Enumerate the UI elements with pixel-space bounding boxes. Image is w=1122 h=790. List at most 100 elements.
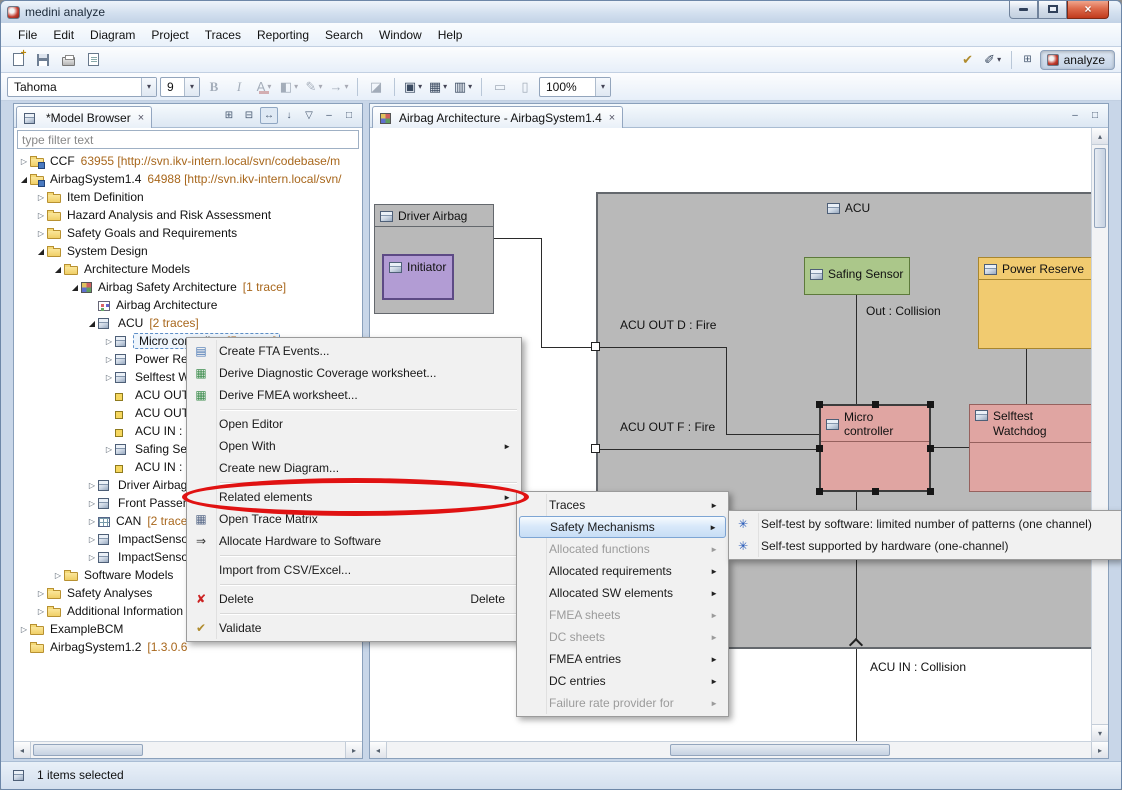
close-button[interactable]: × <box>1067 1 1109 19</box>
selection-handle[interactable] <box>872 401 879 408</box>
tree-item-acu[interactable]: ◢ACU[2 traces] <box>14 314 362 332</box>
menu-diagram[interactable]: Diagram <box>83 25 142 45</box>
layout-button[interactable]: ▥▾ <box>452 76 474 98</box>
grid-button[interactable]: ▦▾ <box>427 76 449 98</box>
view-menu-button[interactable]: ▽ <box>300 107 318 124</box>
context-menu-item-validate[interactable]: Validate <box>189 617 519 639</box>
label-out-collision[interactable]: Out : Collision <box>866 304 941 318</box>
context-menu-item-create-new-diagram[interactable]: Create new Diagram... <box>189 457 519 479</box>
tree-expand-arrow[interactable]: ▷ <box>18 625 30 634</box>
copy-appearance-button[interactable]: ◪ <box>365 76 387 98</box>
new-button[interactable] <box>7 49 29 71</box>
scrollbar-thumb[interactable] <box>33 744 143 756</box>
menu-search[interactable]: Search <box>318 25 370 45</box>
tree-item-ccf[interactable]: ▷CCF63955 [http://svn.ikv-intern.local/s… <box>14 152 362 170</box>
save-button[interactable] <box>32 49 54 71</box>
tree-expand-arrow[interactable]: ▷ <box>86 553 98 562</box>
validate-toolbar-button[interactable]: ✔ <box>957 49 979 71</box>
select-mode-button[interactable]: ▣▾ <box>402 76 424 98</box>
tree-expand-arrow[interactable]: ▷ <box>86 535 98 544</box>
italic-button[interactable]: I <box>228 76 250 98</box>
port-acu-out-f[interactable] <box>591 444 600 453</box>
submenu-item-dc-entries[interactable]: DC entries► <box>519 670 726 692</box>
block-initiator[interactable]: Initiator <box>382 254 454 300</box>
diagram-vscrollbar[interactable]: ▴ ▾ <box>1091 128 1108 741</box>
tree-item-architecture-models[interactable]: ◢Architecture Models <box>14 260 362 278</box>
menu-edit[interactable]: Edit <box>46 25 81 45</box>
selection-handle[interactable] <box>816 488 823 495</box>
menu-traces[interactable]: Traces <box>198 25 248 45</box>
tree-item-airbag-architecture[interactable]: Airbag Architecture <box>14 296 362 314</box>
selection-handle[interactable] <box>927 445 934 452</box>
print-button[interactable] <box>57 49 79 71</box>
tree-expand-arrow[interactable]: ▷ <box>35 229 47 238</box>
scroll-left-icon[interactable]: ◂ <box>370 742 387 758</box>
combo-arrow-icon[interactable]: ▾ <box>184 78 199 96</box>
tree-collapse-arrow[interactable]: ◢ <box>69 283 81 292</box>
port-acu-out-d[interactable] <box>591 342 600 351</box>
fill-color-button[interactable]: ◧▾ <box>278 76 300 98</box>
tree-item-item-definition[interactable]: ▷Item Definition <box>14 188 362 206</box>
selection-handle[interactable] <box>872 488 879 495</box>
tree-collapse-arrow[interactable]: ◢ <box>18 175 30 184</box>
tree-expand-arrow[interactable]: ▷ <box>103 355 115 364</box>
diagram-hscrollbar[interactable]: ◂ ▸ <box>370 741 1108 758</box>
tree-item-hazard-analysis-and-risk-assessment[interactable]: ▷Hazard Analysis and Risk Assessment <box>14 206 362 224</box>
selection-handle[interactable] <box>816 445 823 452</box>
context-menu-item-allocate-hardware-to-software[interactable]: Allocate Hardware to Software <box>189 530 519 552</box>
label-acu-in[interactable]: ACU IN : Collision <box>870 660 966 674</box>
context-menu-item-derive-fmea-worksheet[interactable]: Derive FMEA worksheet... <box>189 384 519 406</box>
titlebar[interactable]: medini analyze × <box>1 1 1121 23</box>
submenu-item-allocated-requirements[interactable]: Allocated requirements► <box>519 560 726 582</box>
tree-expand-arrow[interactable]: ▷ <box>103 445 115 454</box>
tree-expand-arrow[interactable]: ▷ <box>35 607 47 616</box>
tree-expand-arrow[interactable]: ▷ <box>86 517 98 526</box>
submenu-item-allocated-sw-elements[interactable]: Allocated SW elements► <box>519 582 726 604</box>
zoom-combo[interactable]: 100%▾ <box>539 77 611 97</box>
tree-expand-arrow[interactable]: ▷ <box>35 193 47 202</box>
context-menu-item-related-elements[interactable]: Related elements► <box>189 486 519 508</box>
maximize-panel-button[interactable]: □ <box>340 107 358 124</box>
minimize-panel-button[interactable]: – <box>320 107 338 124</box>
context-menu-item-import-from-csv-excel[interactable]: Import from CSV/Excel... <box>189 559 519 581</box>
tree-item-system-design[interactable]: ◢System Design <box>14 242 362 260</box>
font-combo[interactable]: Tahoma▾ <box>7 77 157 97</box>
menu-reporting[interactable]: Reporting <box>250 25 316 45</box>
line-color-button[interactable]: ✎▾ <box>303 76 325 98</box>
trace-wand-button[interactable]: ✐▾ <box>982 49 1004 71</box>
close-tab-icon[interactable]: × <box>609 112 615 124</box>
close-tab-icon[interactable]: × <box>138 112 144 124</box>
filter-input[interactable] <box>17 130 359 149</box>
open-perspective-button[interactable]: ⊞ <box>1019 51 1037 68</box>
mechanism-item-self-test-supported-by-hardware-one-channel[interactable]: Self-test supported by hardware (one-cha… <box>731 535 1119 557</box>
submenu-item-fmea-entries[interactable]: FMEA entries► <box>519 648 726 670</box>
expand-all-button[interactable]: ⊞ <box>220 107 238 124</box>
minimize-panel-button[interactable]: – <box>1066 107 1084 124</box>
submenu-item-safety-mechanisms[interactable]: Safety Mechanisms► <box>519 516 726 538</box>
perspective-analyze-button[interactable]: analyze <box>1040 50 1115 70</box>
submenu-item-traces[interactable]: Traces► <box>519 494 726 516</box>
arrow-style-button[interactable]: →▾ <box>328 76 350 98</box>
tab-model-browser[interactable]: *Model Browser × <box>16 106 152 128</box>
menu-project[interactable]: Project <box>144 25 195 45</box>
combo-arrow-icon[interactable]: ▾ <box>141 78 156 96</box>
selection-handle[interactable] <box>927 401 934 408</box>
block-selftest-watchdog[interactable]: Selftest Watchdog <box>969 404 1091 492</box>
link-with-editor-button[interactable]: ↔ <box>260 107 278 124</box>
sort-button[interactable]: ↓ <box>280 107 298 124</box>
scroll-left-icon[interactable]: ◂ <box>14 742 31 758</box>
context-menu-item-create-fta-events[interactable]: Create FTA Events... <box>189 340 519 362</box>
tree-hscrollbar[interactable]: ◂ ▸ <box>14 741 362 758</box>
tree-item-safety-goals-and-requirements[interactable]: ▷Safety Goals and Requirements <box>14 224 362 242</box>
tree-expand-arrow[interactable]: ▷ <box>18 157 30 166</box>
align-button[interactable]: ▭ <box>489 76 511 98</box>
context-menu-item-open-trace-matrix[interactable]: Open Trace Matrix <box>189 508 519 530</box>
tree-collapse-arrow[interactable]: ◢ <box>86 319 98 328</box>
mechanism-item-self-test-by-software-limited-number-of-patterns-one-channel[interactable]: Self-test by software: limited number of… <box>731 513 1119 535</box>
tree-expand-arrow[interactable]: ▷ <box>52 571 64 580</box>
tree-expand-arrow[interactable]: ▷ <box>103 337 115 346</box>
collapse-all-button[interactable]: ⊟ <box>240 107 258 124</box>
block-safing-sensor[interactable]: Safing Sensor <box>804 257 910 295</box>
tree-collapse-arrow[interactable]: ◢ <box>52 265 64 274</box>
scrollbar-thumb[interactable] <box>670 744 890 756</box>
